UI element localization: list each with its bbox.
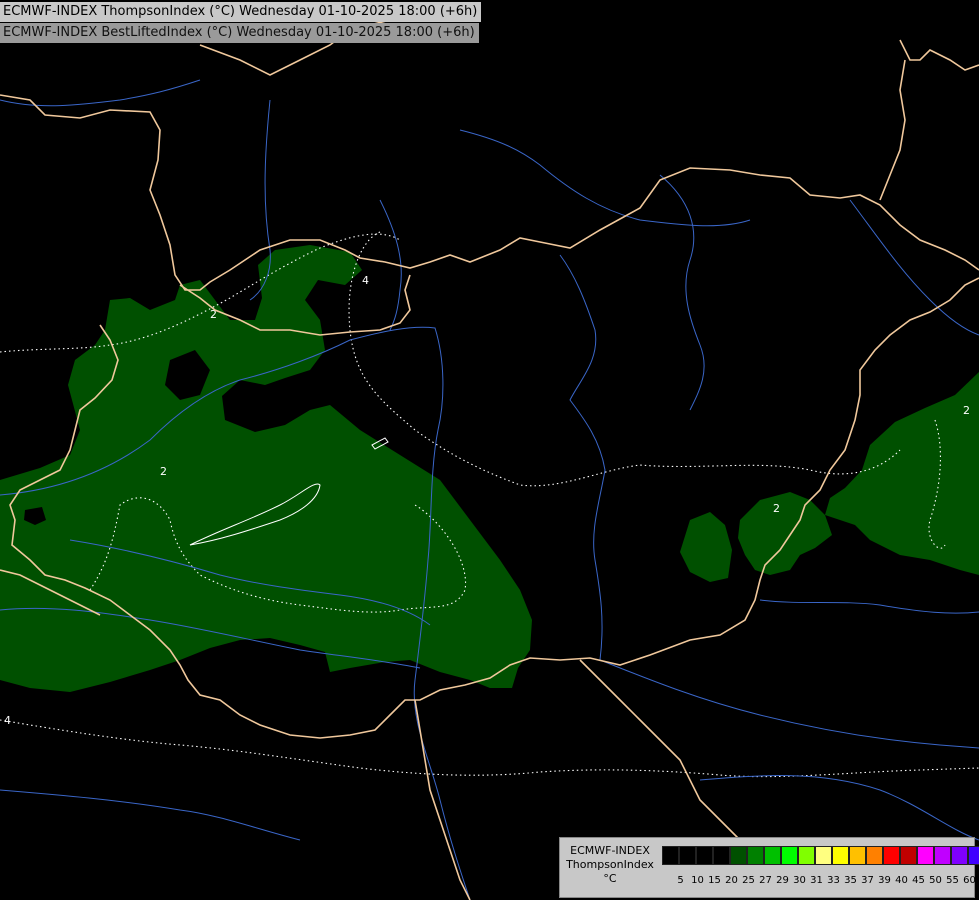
legend-ticks: 5 10 15 20 25 27 29 30 31 33 35 37 39 40 45 50 55 60 (672, 875, 978, 886)
legend-swatch (764, 846, 781, 865)
legend-label: ECMWF-INDEX ThompsonIndex °C (560, 844, 660, 886)
map-title-lifted: ECMWF-INDEX BestLiftedIndex (°C) Wednesd… (0, 23, 479, 43)
color-legend: ECMWF-INDEX ThompsonIndex °C 5 10 15 20 25 27… (559, 837, 979, 898)
legend-swatch (815, 846, 832, 865)
legend-line1: ECMWF-INDEX (570, 844, 650, 857)
legend-tick: 5 (677, 875, 684, 886)
legend-swatch (866, 846, 883, 865)
contour-label: 4 (362, 274, 369, 287)
legend-swatch (900, 846, 917, 865)
legend-swatch (917, 846, 934, 865)
weather-map: 2 2 2 2 4 4 (0, 0, 979, 900)
legend-tick: 30 (793, 875, 806, 886)
legend-tick: 45 (912, 875, 925, 886)
legend-swatch (798, 846, 815, 865)
legend-tick: 60 (963, 875, 976, 886)
legend-tick: 55 (946, 875, 959, 886)
legend-tick: 10 (691, 875, 704, 886)
legend-swatch (781, 846, 798, 865)
contour-label: 4 (4, 714, 11, 727)
contour-label: 2 (160, 465, 167, 478)
legend-line2: ThompsonIndex (566, 858, 654, 871)
legend-swatch (849, 846, 866, 865)
legend-tick: 35 (844, 875, 857, 886)
legend-swatch (696, 846, 713, 865)
legend-swatches (662, 846, 979, 865)
legend-swatch (832, 846, 849, 865)
legend-swatch (883, 846, 900, 865)
map-title-thompson: ECMWF-INDEX ThompsonIndex (°C) Wednesday… (0, 2, 482, 22)
legend-swatch (679, 846, 696, 865)
legend-swatch (934, 846, 951, 865)
legend-line3: °C (603, 872, 617, 885)
legend-tick: 37 (861, 875, 874, 886)
legend-tick: 40 (895, 875, 908, 886)
legend-swatch (951, 846, 968, 865)
legend-tick: 39 (878, 875, 891, 886)
legend-tick: 25 (742, 875, 755, 886)
legend-tick: 20 (725, 875, 738, 886)
legend-swatch (662, 846, 679, 865)
legend-tick: 29 (776, 875, 789, 886)
legend-swatch (747, 846, 764, 865)
legend-tick: 27 (759, 875, 772, 886)
contour-label: 2 (963, 404, 970, 417)
legend-tick: 31 (810, 875, 823, 886)
legend-swatch (968, 846, 979, 865)
legend-tick: 50 (929, 875, 942, 886)
legend-swatch (713, 846, 730, 865)
legend-tick: 33 (827, 875, 840, 886)
contour-label: 2 (773, 502, 780, 515)
legend-swatch (730, 846, 747, 865)
legend-tick: 15 (708, 875, 721, 886)
